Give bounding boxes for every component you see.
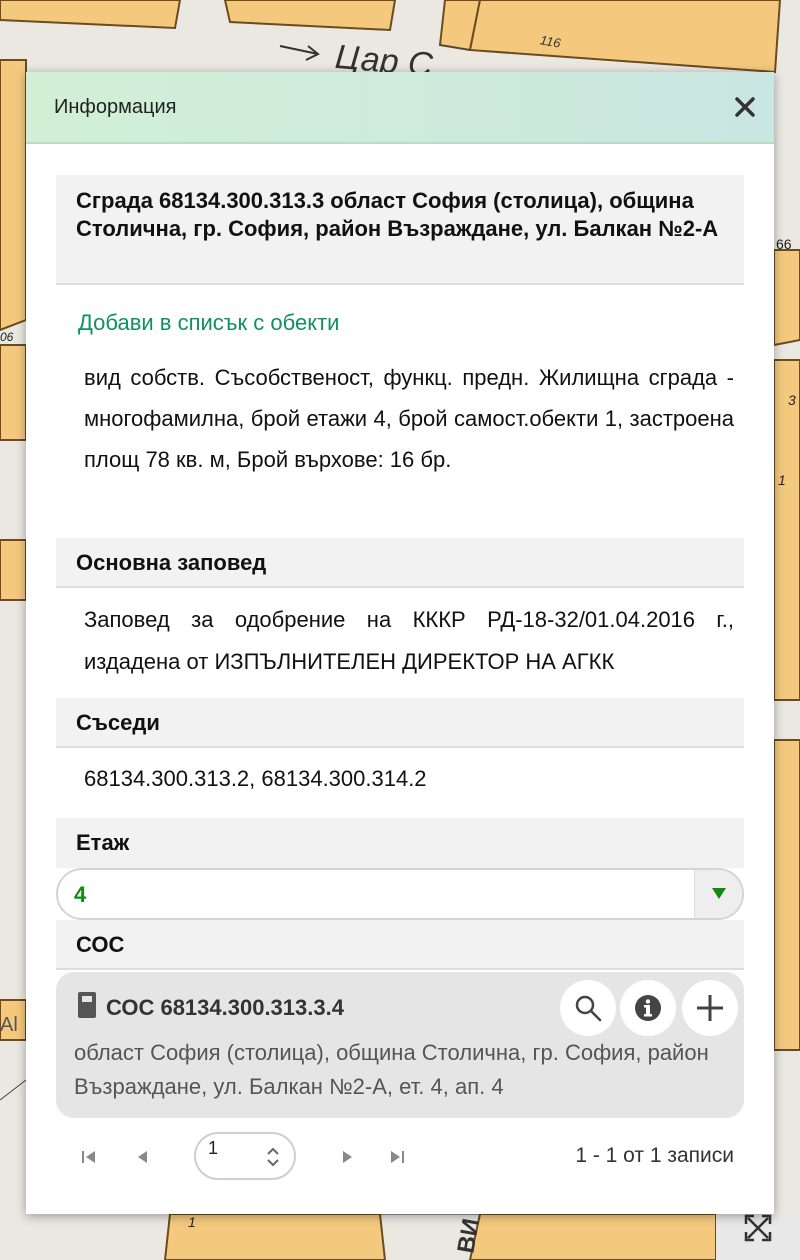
floor-heading: Етаж [56,818,744,868]
dialog-header: Информация [26,72,774,144]
floor-selected-value: 4 [74,882,87,907]
page-number-input[interactable]: 1 [194,1132,296,1180]
prev-page-icon[interactable] [132,1146,154,1168]
map-street-label-bottom: ВИ [452,1216,486,1256]
plus-icon[interactable] [682,980,738,1036]
sos-heading: СОС [56,920,744,970]
map-label-1: 1 [778,472,786,488]
map-label-bottom-1: 1 [188,1214,196,1230]
building-icon [78,992,96,1024]
map-label-al: Al [0,1014,18,1036]
last-page-icon[interactable] [386,1146,408,1168]
building-description: вид собств. Съсобственост, функц. предн.… [84,365,734,472]
map-label-06: 06 [0,330,14,344]
page-number-value: 1 [208,1138,219,1158]
sos-item-title-row: СОС 68134.300.313.3.4 [78,992,344,1024]
sos-item-card[interactable]: СОС 68134.300.313.3.4 област София (стол… [56,972,744,1118]
close-icon[interactable] [732,94,758,120]
dialog-title: Информация [54,95,177,118]
pagination: 1 1 - 1 от 1 записи [56,1132,744,1182]
chevron-down-icon[interactable] [694,870,742,918]
main-order-text: Заповед за одобрение на КККР РД-18-32/01… [84,607,734,674]
sos-item-title: СОС 68134.300.313.3.4 [106,995,344,1020]
main-order-heading: Основна заповед [56,538,744,588]
next-page-icon[interactable] [336,1146,358,1168]
spinner-icon[interactable] [266,1146,280,1173]
sos-item-address: област София (столица), община Столична,… [74,1040,709,1099]
pagination-info: 1 - 1 от 1 записи [575,1144,734,1167]
floor-select[interactable]: 4 [56,868,744,920]
building-heading: Сграда 68134.300.313.3 област София (сто… [56,175,744,285]
neighbours-heading: Съседи [56,698,744,748]
neighbours-text: 68134.300.313.2, 68134.300.314.2 [84,766,427,791]
first-page-icon[interactable] [78,1146,100,1168]
search-icon[interactable] [560,980,616,1036]
info-icon[interactable] [620,980,676,1036]
map-label-66: 66 [776,236,792,252]
expand-icon[interactable] [740,1210,776,1246]
add-to-list-link[interactable]: Добави в списък с обекти [78,310,339,336]
info-dialog: Информация Сграда 68134.300.313.3 област… [26,72,774,1214]
map-label-3: 3 [788,392,796,408]
